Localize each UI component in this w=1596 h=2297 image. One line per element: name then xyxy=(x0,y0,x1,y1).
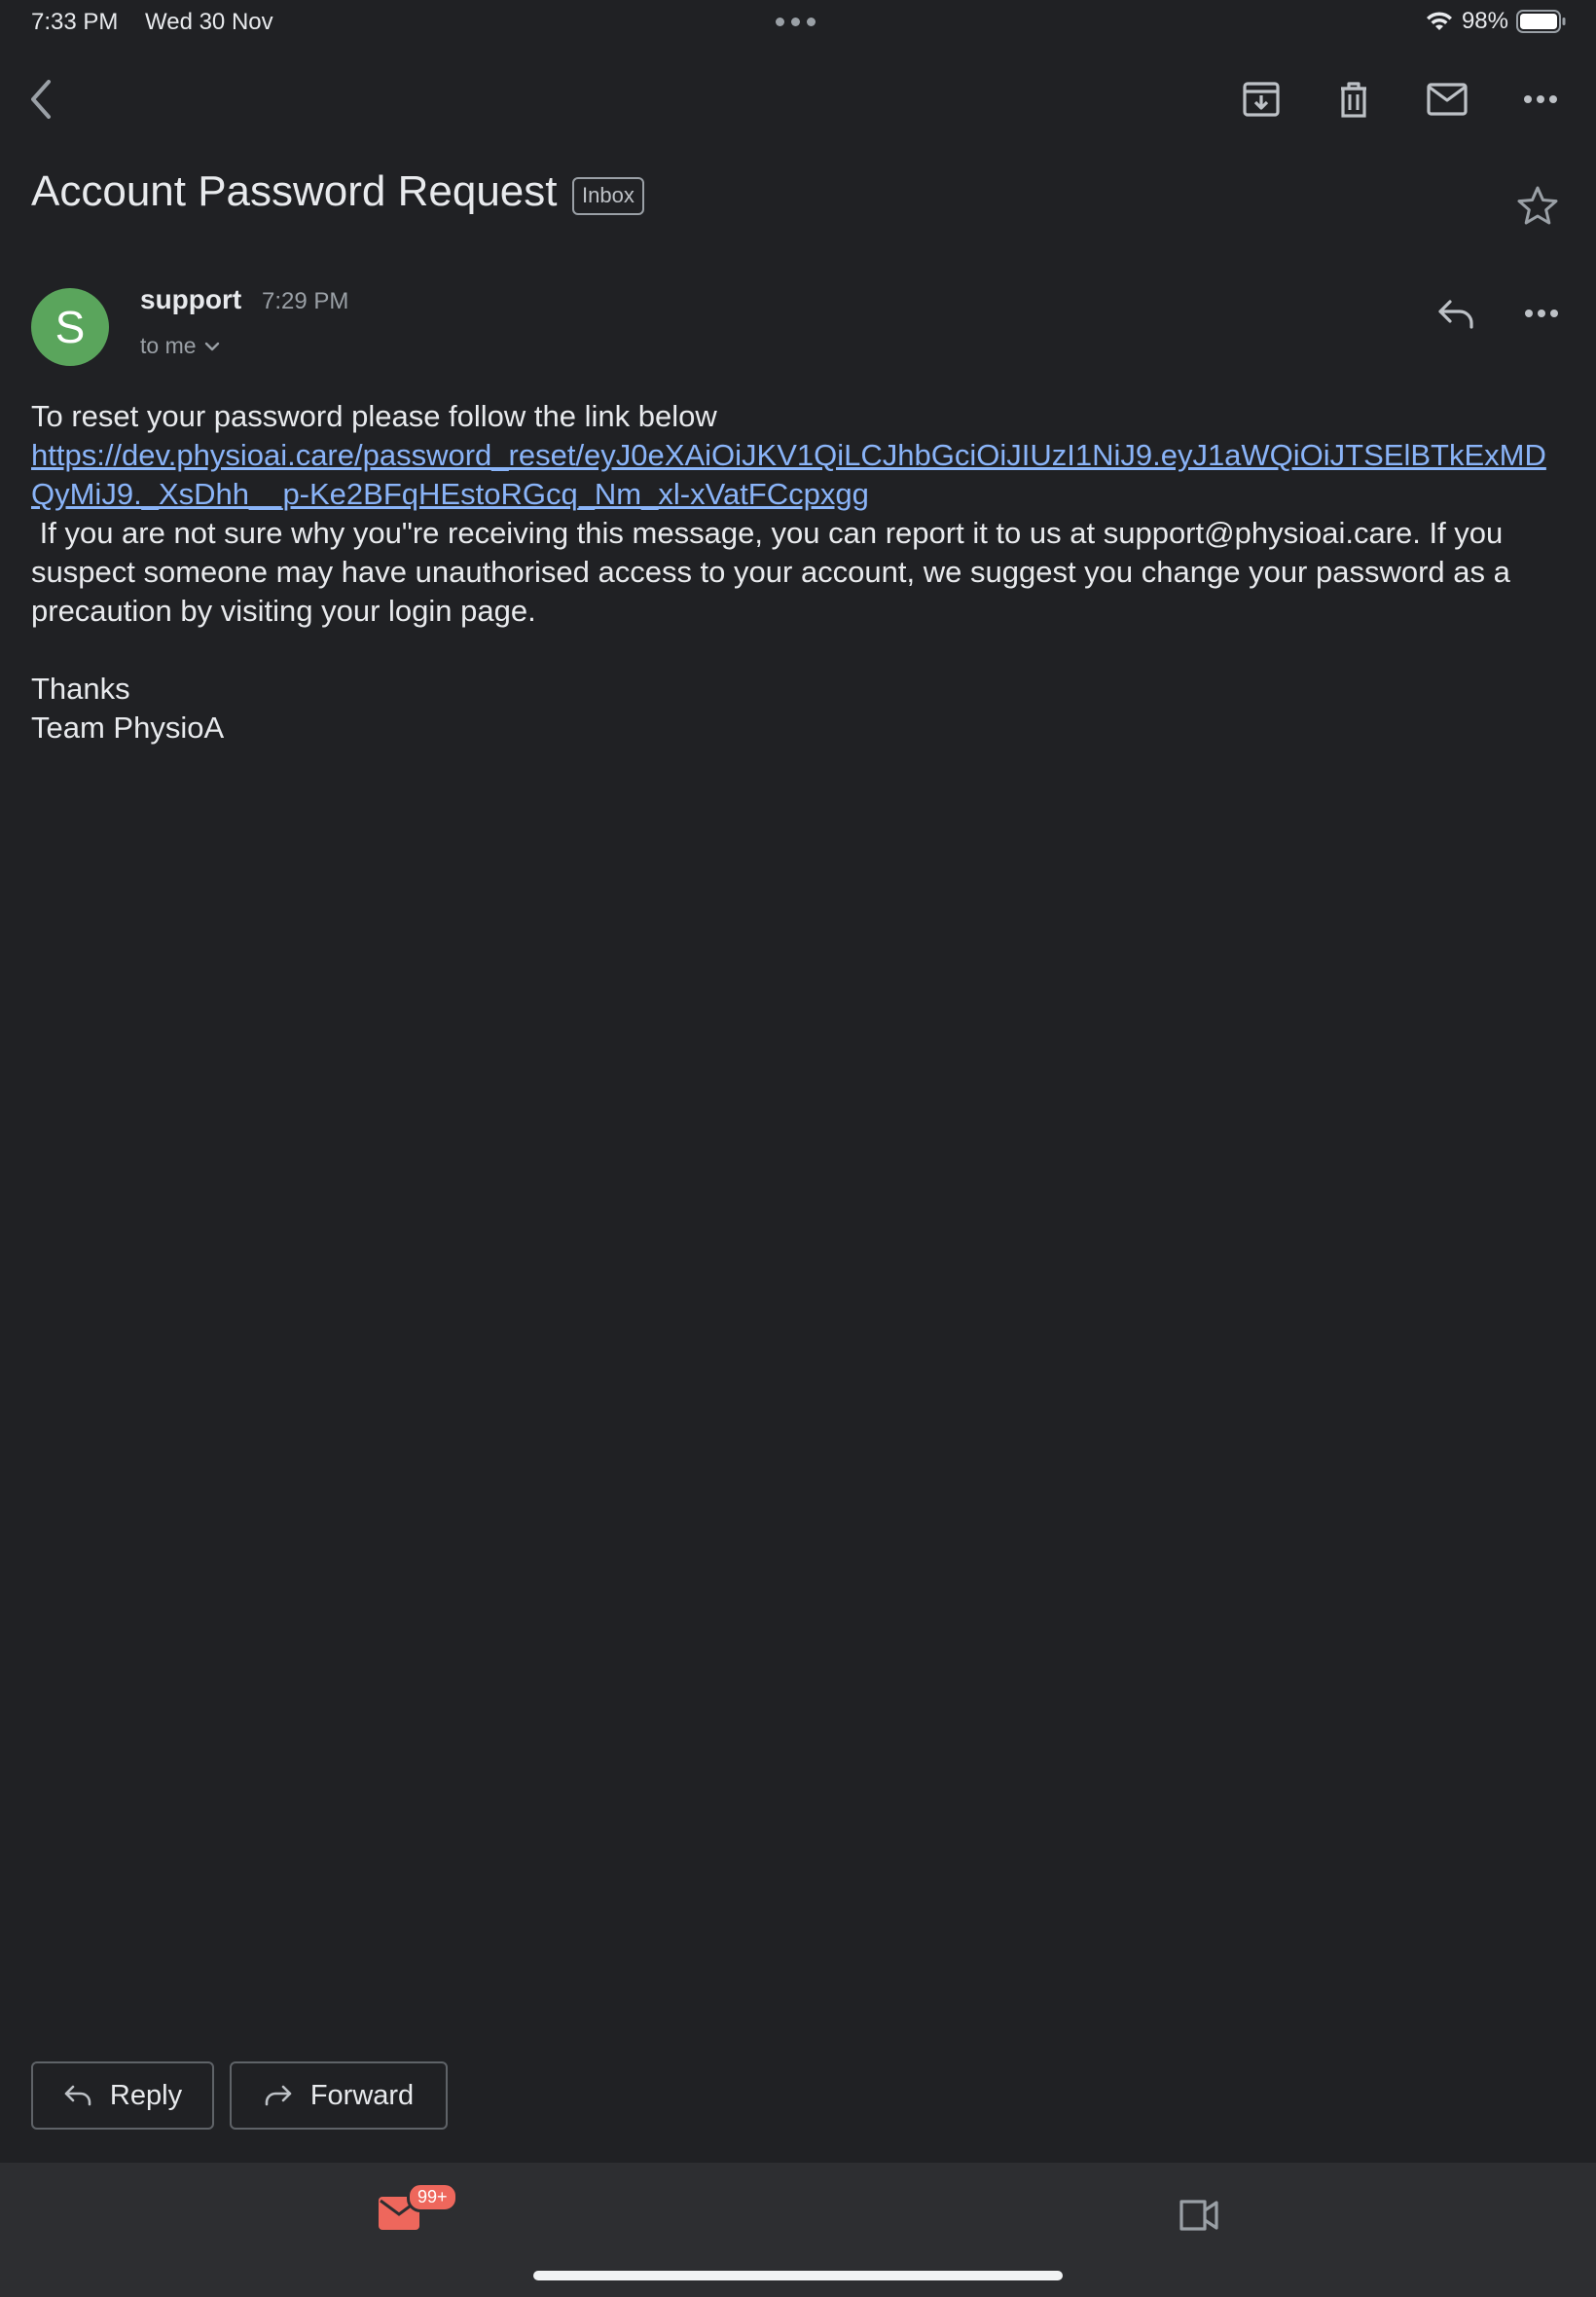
chevron-down-icon xyxy=(204,342,219,350)
reply-button[interactable]: Reply xyxy=(31,2061,214,2130)
back-button[interactable] xyxy=(12,68,74,130)
delete-icon xyxy=(1341,82,1366,118)
body-spacer xyxy=(31,631,1569,670)
sender-name[interactable]: support xyxy=(140,284,241,315)
reply-label: Reply xyxy=(109,2079,183,2111)
delete-button[interactable] xyxy=(1323,68,1385,130)
avatar[interactable]: S xyxy=(31,288,109,366)
star-icon[interactable] xyxy=(1514,183,1561,230)
sent-time: 7:29 PM xyxy=(262,288,349,314)
email-subject: Account Password Request xyxy=(31,167,558,215)
forward-icon xyxy=(265,2085,292,2106)
mail-unread-badge: 99+ xyxy=(407,2182,458,2212)
battery-percent: 98% xyxy=(1461,8,1508,34)
status-time: 7:33 PM xyxy=(31,9,119,35)
inbox-label-badge[interactable]: Inbox xyxy=(572,177,644,215)
message-more-button[interactable] xyxy=(1510,282,1573,345)
message-reply-button[interactable] xyxy=(1425,282,1487,345)
archive-button[interactable] xyxy=(1230,68,1292,130)
video-meet-icon[interactable] xyxy=(1176,2196,1220,2235)
reply-icon xyxy=(1438,300,1473,329)
more-icon xyxy=(1525,310,1558,317)
body-signature: Team PhysioA xyxy=(31,711,225,745)
body-sign-off: Thanks xyxy=(31,672,130,706)
recipient-details-toggle[interactable]: to me xyxy=(140,333,220,359)
battery-icon xyxy=(1516,10,1566,33)
archive-icon xyxy=(1243,82,1280,117)
home-indicator[interactable] xyxy=(533,2271,1063,2280)
body-paragraph: If you are not sure why you"re receiving… xyxy=(31,516,1519,628)
toolbar xyxy=(0,68,1596,136)
body-intro: To reset your password please follow the… xyxy=(31,399,717,433)
mark-unread-icon xyxy=(1427,83,1468,116)
status-date: Wed 30 Nov xyxy=(145,9,273,35)
back-icon xyxy=(31,80,51,119)
status-indicators: 98% xyxy=(1425,8,1567,35)
email-body: To reset your password please follow the… xyxy=(31,397,1569,747)
more-button[interactable] xyxy=(1509,68,1572,130)
forward-label: Forward xyxy=(309,2079,415,2111)
wifi-icon xyxy=(1426,12,1452,30)
recipient-label: to me xyxy=(140,333,197,358)
more-icon xyxy=(1524,95,1557,103)
password-reset-link[interactable]: https://dev.physioai.care/password_reset… xyxy=(31,436,1569,514)
reply-icon xyxy=(64,2085,91,2106)
forward-button[interactable]: Forward xyxy=(230,2061,448,2130)
subject-row: Account Password Request Inbox xyxy=(31,167,1565,226)
status-bar: 7:33 PM Wed 30 Nov 98% xyxy=(0,0,1596,47)
multitask-dots-icon[interactable] xyxy=(776,18,816,26)
email-view: 7:33 PM Wed 30 Nov 98% Account Password … xyxy=(0,0,1596,2297)
mark-unread-button[interactable] xyxy=(1416,68,1478,130)
